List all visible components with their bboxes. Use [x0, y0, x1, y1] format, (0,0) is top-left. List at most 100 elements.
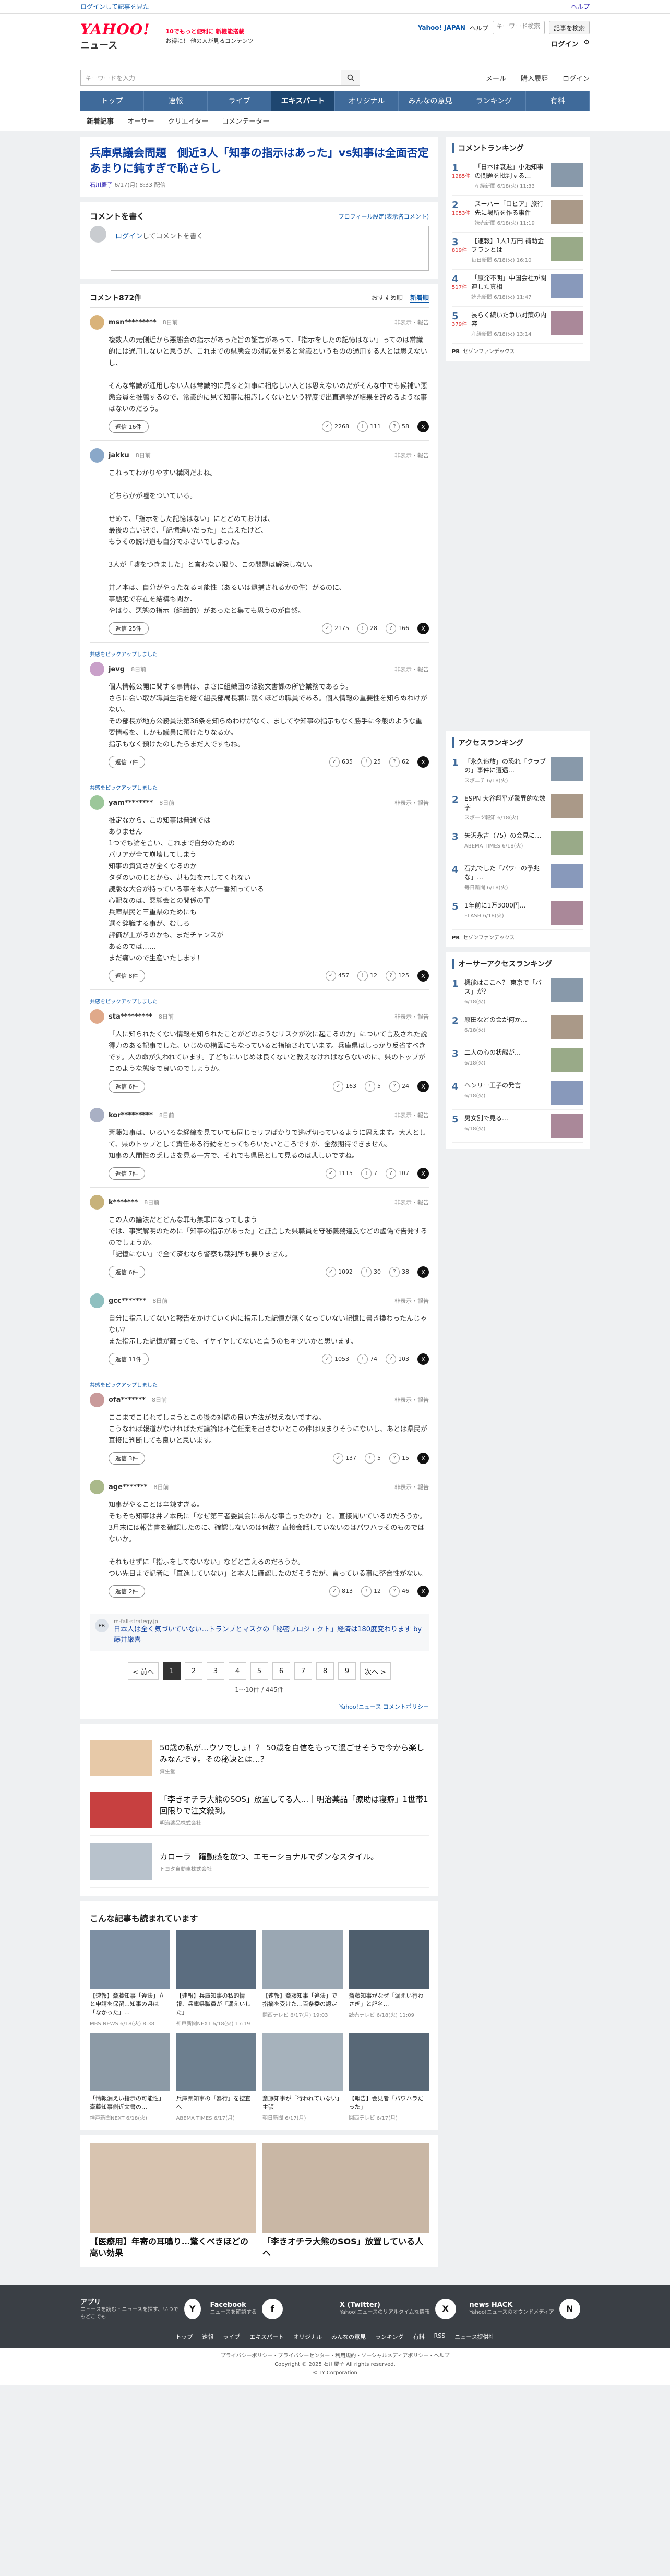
x-share-icon[interactable]: X [417, 421, 429, 432]
ranking-item[interactable]: 4 石丸でした「パワーの予兆な」… 毎日新聞 6/18(火) [452, 860, 583, 897]
ranking-title[interactable]: 二人の心の状態が… [464, 1049, 521, 1056]
reaction-think[interactable]: ? 166 [386, 623, 409, 634]
pager-page[interactable]: 3 [207, 1662, 224, 1680]
reaction-agree[interactable]: ✓ 1092 [326, 1267, 353, 1277]
comment-policy-link[interactable]: Yahoo!ニュース コメントポリシー [90, 1702, 429, 1711]
sort-newest[interactable]: 新着順 [410, 293, 429, 303]
article-tile-title[interactable]: 兵庫県知事の「暴行」を捜査へ [176, 2095, 257, 2111]
article-tile-title[interactable]: 【速報】兵庫知事の私的情報、兵庫県職員が「漏えいした」 [176, 1992, 257, 2017]
article-tile-title[interactable]: 斎藤知事が「行われていない」主張 [262, 2095, 343, 2111]
article-tile[interactable]: 斎藤知事がなぜ「漏えい行わさぎ」と記名… 読売テレビ 6/18(火) 11:09 [349, 1930, 429, 2027]
reaction-cross[interactable]: ! 30 [361, 1267, 381, 1277]
ranking-item[interactable]: 5 男女別で見る… 6/18(火) [452, 1110, 583, 1143]
reaction-cross[interactable]: ! 12 [357, 971, 377, 981]
pager-page[interactable]: 4 [229, 1662, 246, 1680]
yahoo-japan-link[interactable]: Yahoo! JAPAN [418, 24, 465, 31]
x-share-icon[interactable]: X [417, 1168, 429, 1179]
ranking-title[interactable]: 男女別で見る… [464, 1115, 508, 1122]
subnav-tab[interactable]: コメンテーター [222, 116, 269, 126]
top-link-0[interactable]: ログインして記事を見た [80, 3, 149, 10]
subnav-tab[interactable]: クリエイター [168, 116, 208, 126]
ranking-item[interactable]: 4 517件 「原発不明」中国会社が関連した真相 読売新聞 6/18(火) 11:47 [452, 270, 583, 307]
ad-title[interactable]: 「李きオチラ大熊のSOS」放置してる人…｜明治薬品「療助は寝癖」1世帯1回限りで… [160, 1794, 429, 1817]
header-link-login[interactable]: ログイン [563, 73, 590, 83]
ranking-title[interactable]: 矢沢永吉（75）の会見に… [464, 832, 541, 839]
nav-tab[interactable]: トップ [80, 91, 144, 111]
reaction-think[interactable]: ? 107 [386, 1168, 409, 1179]
gear-icon[interactable]: ⚙ [583, 39, 590, 49]
footer-link[interactable]: オリジナル [293, 2332, 322, 2341]
side-pr-2[interactable]: PR セゾンファンデックス [452, 930, 583, 941]
footer-link[interactable]: 速報 [202, 2332, 213, 2341]
ad-item[interactable]: カローラ｜躍動感を放つ、エモーショナルでダンなスタイル。 トヨタ自動車株式会社 [90, 1836, 429, 1888]
report-link[interactable]: 非表示・報告 [394, 1396, 429, 1404]
article-tile[interactable]: 【速報】斎藤知事「違法」で指摘を受けた…百条委の認定 関西テレビ 6/17(月) … [262, 1930, 343, 2027]
reply-button[interactable]: 返信 6件 [109, 1080, 145, 1093]
comment-user[interactable]: kor********* 8日前 [90, 1108, 174, 1122]
ranking-title[interactable]: ESPN 大谷翔平が驚異的な数字 [464, 795, 545, 811]
ranking-title[interactable]: 【速報】1人1万円 補助金プランとは [471, 237, 544, 253]
bottom-ad[interactable]: 「李きオチラ大熊のSOS」放置している人へ [262, 2143, 429, 2259]
ranking-title[interactable]: 「原発不明」中国会社が関連した真相 [471, 274, 546, 291]
reply-button[interactable]: 返信 2件 [109, 1585, 145, 1598]
footer-app[interactable]: Facebook ニュースを確認する f [210, 2296, 331, 2321]
reaction-think[interactable]: ? 38 [389, 1267, 409, 1277]
comment-user[interactable]: msn********* 8日前 [90, 315, 178, 330]
header-promo[interactable]: 10でもっと便利に 新機能搭載 お得に！ 他の人が見るコンテンツ [165, 27, 254, 46]
comment-username[interactable]: age******* [109, 1483, 147, 1491]
comment-user[interactable]: age******* 8日前 [90, 1480, 169, 1494]
reaction-think[interactable]: ? 46 [389, 1586, 409, 1597]
nav-tab[interactable]: エキスパート [271, 91, 335, 111]
report-link[interactable]: 非表示・報告 [394, 1297, 429, 1305]
comment-username[interactable]: jakku [109, 452, 129, 459]
reaction-agree[interactable]: ✓ 163 [333, 1081, 356, 1092]
pager-page[interactable]: 6 [272, 1662, 290, 1680]
report-link[interactable]: 非表示・報告 [394, 1012, 429, 1021]
subnav-tab[interactable]: 新着記事 [87, 116, 114, 126]
x-share-icon[interactable]: X [417, 756, 429, 768]
ranking-item[interactable]: 3 矢沢永吉（75）の会見に… ABEMA TIMES 6/18(火) [452, 827, 583, 860]
reply-button[interactable]: 返信 6件 [109, 1266, 145, 1278]
header-search-button[interactable]: 記事を検索 [548, 21, 590, 34]
x-share-icon[interactable]: X [417, 1353, 429, 1365]
comment-username[interactable]: k******* [109, 1199, 138, 1206]
bottom-ad-title[interactable]: 【医療用】年寄の耳鳴り…驚くべきほどの高い効果 [90, 2236, 256, 2259]
comment-login-link[interactable]: ログイン [115, 233, 142, 240]
nav-tab[interactable]: オリジナル [335, 91, 399, 111]
bottom-ad-title[interactable]: 「李きオチラ大熊のSOS」放置している人へ [262, 2236, 429, 2259]
ranking-item[interactable]: 5 1年前に1万3000円… FLASH 6/18(火) [452, 897, 583, 930]
article-tile[interactable]: 斎藤知事が「行われていない」主張 朝日新聞 6/17(月) [262, 2033, 343, 2121]
reaction-cross[interactable]: ! 28 [357, 623, 377, 634]
nav-tab[interactable]: ライブ [208, 91, 271, 111]
reply-button[interactable]: 返信 7件 [109, 1167, 145, 1180]
header-link-mail[interactable]: メール [486, 73, 506, 83]
ad-item[interactable]: 50歳の私が…ウソでしょ！？ 50歳を自信をもって過ごせそうで今から楽しみなんで… [90, 1733, 429, 1784]
comment-user[interactable]: gcc******* 8日前 [90, 1293, 168, 1308]
footer-link[interactable]: トップ [175, 2332, 193, 2341]
x-share-icon[interactable]: X [417, 970, 429, 982]
x-share-icon[interactable]: X [417, 1081, 429, 1092]
ranking-title[interactable]: 長らく続いた争い対策の内容 [471, 311, 546, 328]
pager-page[interactable]: 8 [316, 1662, 334, 1680]
related-news[interactable]: PR m-fall-strategy.jp 日本人は全く気づいていない…トランプ… [90, 1614, 429, 1651]
ranking-title[interactable]: ヘンリー王子の発言 [464, 1082, 521, 1089]
ranking-item[interactable]: 2 ESPN 大谷翔平が驚異的な数字 スポーツ報知 6/18(火) [452, 790, 583, 827]
reaction-think[interactable]: ? 15 [389, 1453, 409, 1464]
reaction-agree[interactable]: ✓ 457 [326, 971, 349, 981]
reaction-think[interactable]: ? 24 [389, 1081, 409, 1092]
report-link[interactable]: 非表示・報告 [394, 665, 429, 673]
ranking-title[interactable]: 「永久追放」の恐れ「クラブの」事件に遭遇… [464, 758, 546, 774]
yahoo-logo[interactable]: YAHOO! [80, 21, 150, 38]
reply-button[interactable]: 返信 7件 [109, 756, 145, 768]
pager-next[interactable]: 次へ > [360, 1662, 391, 1680]
x-share-icon[interactable]: X [417, 1266, 429, 1278]
reaction-think[interactable]: ? 62 [389, 757, 409, 767]
report-link[interactable]: 非表示・報告 [394, 318, 429, 326]
footer-app[interactable]: X (Twitter) Yahoo!ニュースのリアルタイムな情報 X [340, 2296, 460, 2321]
top-link-help[interactable]: ヘルプ [571, 3, 590, 10]
reaction-cross[interactable]: ! 111 [357, 421, 381, 432]
ad-title[interactable]: カローラ｜躍動感を放つ、エモーショナルでダンなスタイル。 [160, 1851, 378, 1863]
report-link[interactable]: 非表示・報告 [394, 1198, 429, 1206]
pager-page[interactable]: 1 [163, 1662, 181, 1680]
reaction-cross[interactable]: ! 12 [361, 1586, 381, 1597]
